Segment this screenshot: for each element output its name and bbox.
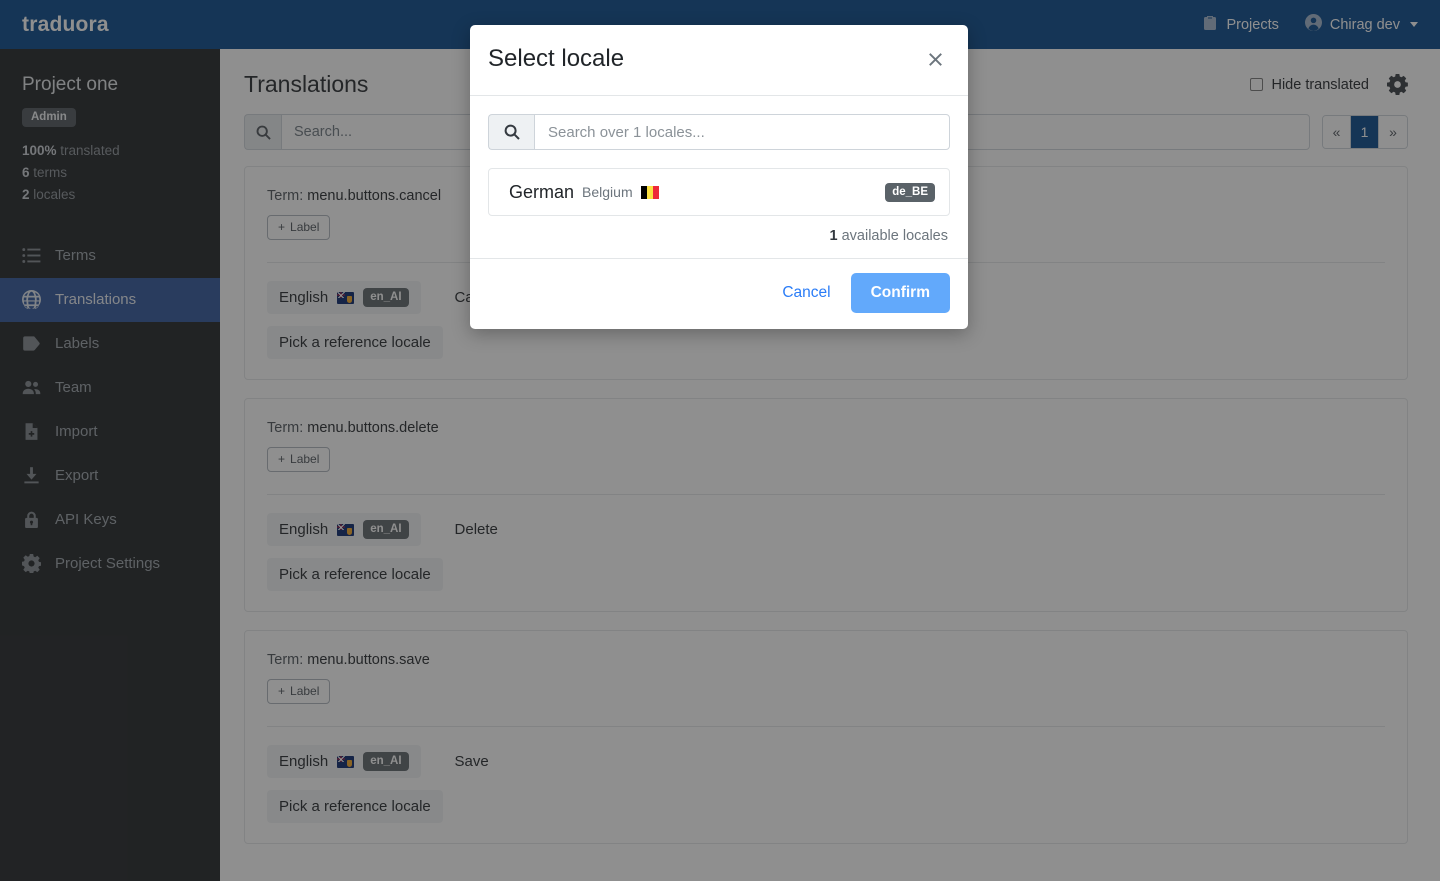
dialog-body: Search over 1 locales... German Belgium … <box>470 96 968 258</box>
cancel-button[interactable]: Cancel <box>778 278 834 308</box>
close-icon <box>928 52 942 66</box>
locale-option-de-be[interactable]: German Belgium de_BE <box>488 168 950 216</box>
available-count: 1 <box>829 228 838 244</box>
locale-language-name: German <box>509 181 575 202</box>
close-button[interactable] <box>924 48 946 70</box>
locale-code-badge: de_BE <box>885 182 935 202</box>
dialog-footer: Cancel Confirm <box>470 258 968 329</box>
belgium-flag-icon <box>640 185 659 199</box>
dialog-header: Select locale <box>470 25 968 96</box>
locale-search-input[interactable]: Search over 1 locales... <box>534 114 950 150</box>
dialog-title: Select locale <box>488 45 625 72</box>
available-text: available locales <box>841 228 948 244</box>
available-locales-count: 1 available locales <box>488 228 950 244</box>
locale-country-name: Belgium <box>582 184 633 200</box>
locale-search-group[interactable]: Search over 1 locales... <box>488 114 950 150</box>
confirm-button[interactable]: Confirm <box>850 273 950 313</box>
search-icon <box>488 114 534 150</box>
select-locale-dialog: Select locale Search over 1 locales... G… <box>470 25 968 329</box>
